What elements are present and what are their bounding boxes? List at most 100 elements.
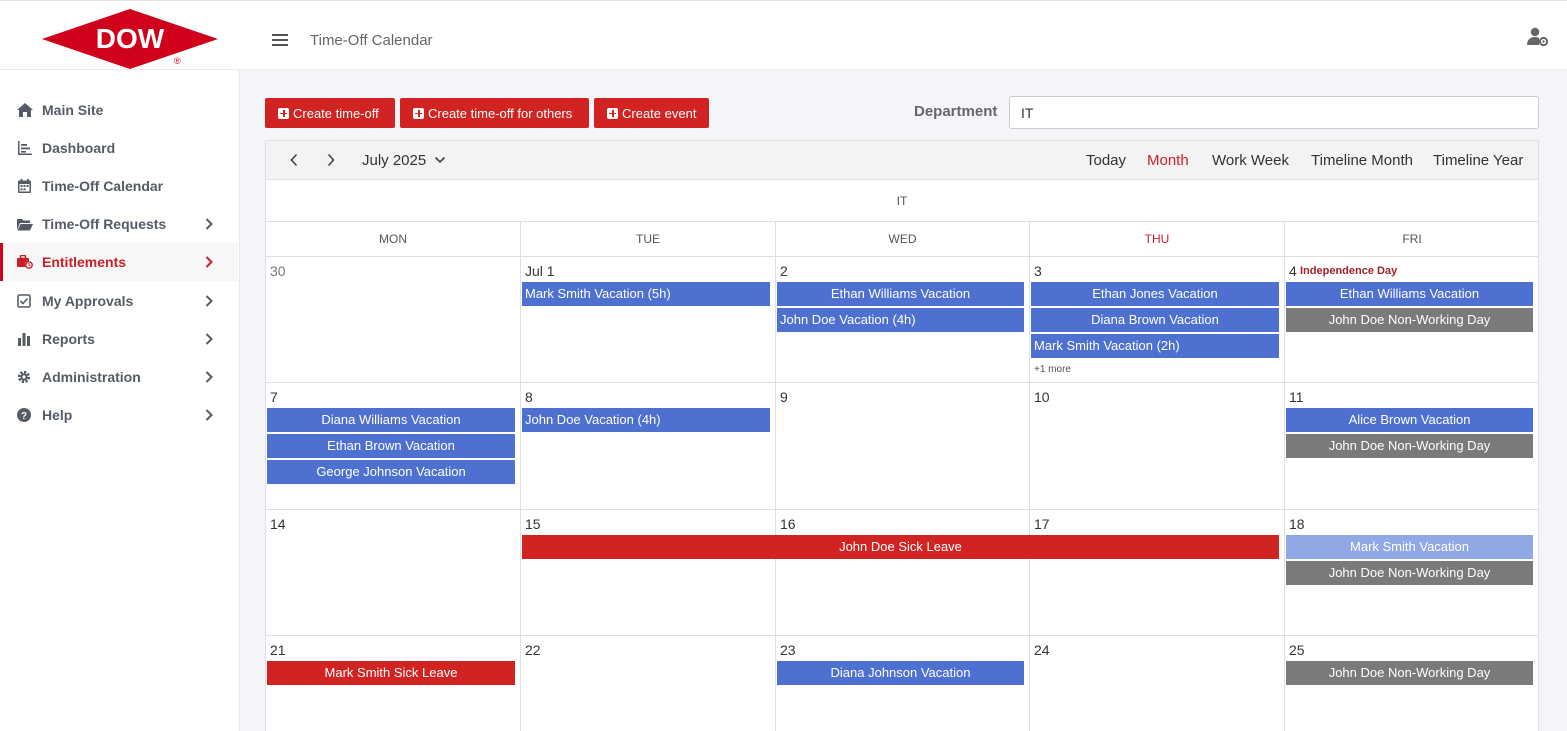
calendar-event[interactable]: George Johnson Vacation xyxy=(267,460,515,484)
day-cell[interactable]: 9 xyxy=(776,383,1030,510)
day-number: 15 xyxy=(525,516,541,532)
calendar-event[interactable]: Mark Smith Sick Leave xyxy=(267,661,515,685)
checkbox-icon xyxy=(17,294,31,308)
holiday-label: Independence Day xyxy=(1300,265,1398,277)
sidebar-item-label: Time-Off Calendar xyxy=(42,178,164,194)
day-number: 7 xyxy=(270,389,278,405)
sidebar-item-label: Time-Off Requests xyxy=(42,216,167,232)
bar-chart-icon xyxy=(18,333,30,346)
menu-toggle-icon[interactable] xyxy=(272,34,288,48)
create-time-off-for-others-button[interactable]: Create time-off for others xyxy=(400,98,589,128)
user-settings-icon[interactable] xyxy=(1527,27,1549,47)
previous-month-icon[interactable] xyxy=(289,153,299,167)
view-work-week-button[interactable]: Work Week xyxy=(1212,152,1289,169)
calendar: July 2025 Today Month Work Week Timeline… xyxy=(265,140,1539,731)
sidebar-item-time-off-calendar[interactable]: Time-Off Calendar xyxy=(0,167,238,205)
calendar-event[interactable]: Diana Williams Vacation xyxy=(267,408,515,432)
sidebar-item-label: Dashboard xyxy=(42,140,116,156)
chevron-right-icon xyxy=(205,333,213,345)
day-cell[interactable]: 8 xyxy=(521,383,776,510)
day-number: 30 xyxy=(270,263,286,279)
view-month-button[interactable]: Month xyxy=(1147,152,1189,169)
calendar-event[interactable]: John Doe Non-Working Day xyxy=(1286,308,1533,332)
day-number: 3 xyxy=(1034,263,1042,279)
sidebar-item-help[interactable]: ? Help xyxy=(0,396,238,434)
weekday-header: TUE xyxy=(521,222,776,257)
chevron-right-icon xyxy=(205,218,213,230)
sidebar-item-label: Main Site xyxy=(42,102,104,118)
month-selector[interactable]: July 2025 xyxy=(362,152,426,169)
view-timeline-month-button[interactable]: Timeline Month xyxy=(1311,152,1413,169)
day-number: 17 xyxy=(1034,516,1050,532)
calendar-event[interactable]: Ethan Brown Vacation xyxy=(267,434,515,458)
more-events-link[interactable]: +1 more xyxy=(1034,364,1071,375)
day-cell[interactable]: 22 xyxy=(521,636,776,731)
sidebar-item-entitlements[interactable]: Entitlements xyxy=(0,243,238,281)
button-label: Create time-off xyxy=(293,105,379,121)
button-label: Create time-off for others xyxy=(428,105,573,121)
sidebar-item-reports[interactable]: Reports xyxy=(0,320,238,358)
calendar-event[interactable]: John Doe Non-Working Day xyxy=(1286,434,1533,458)
day-cell[interactable]: 17 xyxy=(1030,510,1285,636)
svg-text:?: ? xyxy=(21,411,27,422)
calendar-event[interactable]: Mark Smith Vacation (5h) xyxy=(522,282,770,306)
folder-open-icon xyxy=(17,219,33,231)
weekday-header-row: MON TUE WED THU FRI xyxy=(266,222,1538,257)
day-cell[interactable]: 14 xyxy=(266,510,521,636)
calendar-event[interactable]: Ethan Williams Vacation xyxy=(777,282,1024,306)
calendar-event[interactable]: Diana Brown Vacation xyxy=(1031,308,1279,332)
day-number: 23 xyxy=(780,642,796,658)
day-cell[interactable]: 15 xyxy=(521,510,776,636)
home-icon xyxy=(17,103,33,117)
day-number: 10 xyxy=(1034,389,1050,405)
calendar-event[interactable]: John Doe Vacation (4h) xyxy=(777,308,1024,332)
day-cell[interactable]: Jul 1 xyxy=(521,257,776,383)
calendar-event[interactable]: Ethan Jones Vacation xyxy=(1031,282,1279,306)
chevron-right-icon xyxy=(205,256,213,268)
dow-logo[interactable]: DOW ® xyxy=(42,9,218,69)
calendar-toolbar: July 2025 Today Month Work Week Timeline… xyxy=(266,141,1538,180)
sidebar-item-label: My Approvals xyxy=(42,293,134,309)
calendar-event[interactable]: John Doe Non-Working Day xyxy=(1286,561,1533,585)
weekday-header: MON xyxy=(266,222,521,257)
sidebar-item-my-approvals[interactable]: My Approvals xyxy=(0,282,238,320)
day-number: 14 xyxy=(270,516,286,532)
chevron-right-icon xyxy=(205,295,213,307)
day-cell[interactable]: 16 xyxy=(776,510,1030,636)
day-number: 8 xyxy=(525,389,533,405)
day-cell[interactable]: 24 xyxy=(1030,636,1285,731)
department-input[interactable] xyxy=(1009,96,1539,129)
top-header: DOW ® Time-Off Calendar xyxy=(0,0,1567,70)
day-number: 22 xyxy=(525,642,541,658)
sidebar-item-label: Administration xyxy=(42,369,141,385)
calendar-event[interactable]: John Doe Vacation (4h) xyxy=(522,408,770,432)
calendar-event[interactable]: John Doe Non-Working Day xyxy=(1286,661,1533,685)
gear-icon xyxy=(17,370,31,384)
chevron-down-icon[interactable] xyxy=(434,155,446,165)
day-number: 18 xyxy=(1289,516,1305,532)
create-event-button[interactable]: Create event xyxy=(594,98,709,128)
plus-square-icon xyxy=(278,107,289,119)
day-cell[interactable]: 10 xyxy=(1030,383,1285,510)
calendar-event[interactable]: Ethan Williams Vacation xyxy=(1286,282,1533,306)
chevron-right-icon xyxy=(205,371,213,383)
view-timeline-year-button[interactable]: Timeline Year xyxy=(1433,152,1523,169)
sidebar-item-dashboard[interactable]: Dashboard xyxy=(0,129,238,167)
calendar-icon xyxy=(18,179,31,193)
day-cell[interactable]: 30 xyxy=(266,257,521,383)
calendar-event[interactable]: Alice Brown Vacation xyxy=(1286,408,1533,432)
plus-square-icon xyxy=(607,107,618,119)
view-today-button[interactable]: Today xyxy=(1086,152,1126,169)
calendar-event[interactable]: Mark Smith Vacation xyxy=(1286,535,1533,559)
sidebar-item-main-site[interactable]: Main Site xyxy=(0,91,238,129)
calendar-event[interactable]: Mark Smith Vacation (2h) xyxy=(1031,334,1279,358)
sidebar-item-administration[interactable]: Administration xyxy=(0,358,238,396)
calendar-event[interactable]: John Doe Sick Leave xyxy=(522,535,1279,559)
next-month-icon[interactable] xyxy=(326,153,336,167)
day-number: 25 xyxy=(1289,642,1305,658)
sidebar-item-time-off-requests[interactable]: Time-Off Requests xyxy=(0,205,238,243)
calendar-event[interactable]: Diana Johnson Vacation xyxy=(777,661,1024,685)
weekday-header: FRI xyxy=(1402,232,1422,246)
create-time-off-button[interactable]: Create time-off xyxy=(265,98,395,128)
button-label: Create event xyxy=(622,105,697,121)
